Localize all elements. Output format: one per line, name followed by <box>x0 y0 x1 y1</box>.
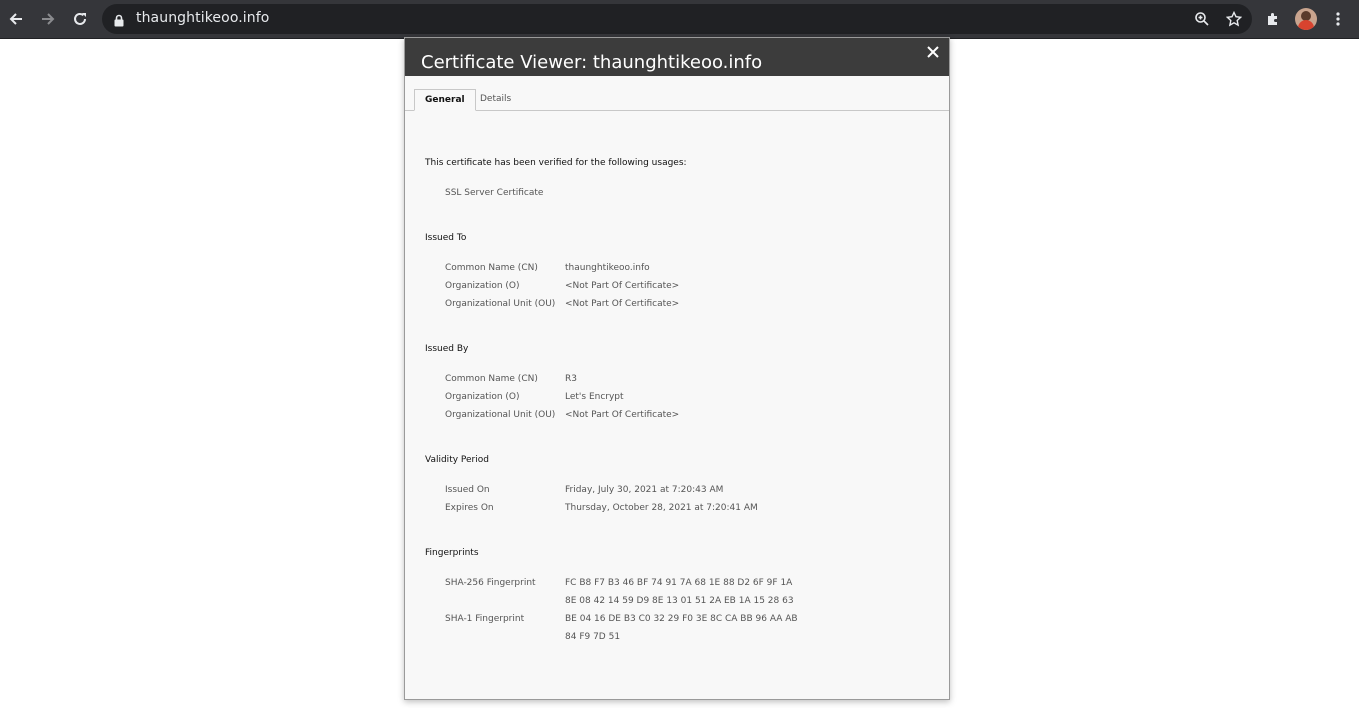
certificate-viewer-dialog: Certificate Viewer: thaunghtikeoo.info G… <box>404 37 950 700</box>
fingerprints-heading: Fingerprints <box>425 548 479 558</box>
address-bar[interactable]: thaunghtikeoo.info <box>102 4 1252 34</box>
extensions-icon[interactable] <box>1260 6 1286 32</box>
field-value: <Not Part Of Certificate> <box>565 281 680 291</box>
field-value: Thursday, October 28, 2021 at 7:20:41 AM <box>565 503 758 513</box>
field-value: <Not Part Of Certificate> <box>565 410 680 420</box>
field-label: SHA-1 Fingerprint <box>445 614 525 624</box>
usage-item: SSL Server Certificate <box>445 188 544 198</box>
sha1-fingerprint-line: 84 F9 7D 51 <box>565 632 621 642</box>
field-label: Organizational Unit (OU) <box>445 299 556 309</box>
field-label: Issued On <box>445 485 490 495</box>
dialog-header: Certificate Viewer: thaunghtikeoo.info <box>405 38 949 76</box>
kebab-menu-icon[interactable] <box>1325 6 1351 32</box>
field-label: Common Name (CN) <box>445 374 538 384</box>
forward-arrow-icon[interactable] <box>35 6 61 32</box>
close-icon[interactable] <box>923 42 943 62</box>
field-label: Organization (O) <box>445 281 520 291</box>
issued-by-heading: Issued By <box>425 344 469 354</box>
tab-bar: General Details <box>405 76 949 111</box>
sha256-fingerprint-line: FC B8 F7 B3 46 BF 74 91 7A 68 1E 88 D2 6… <box>565 578 793 588</box>
field-label: Expires On <box>445 503 494 513</box>
tab-general[interactable]: General <box>414 89 476 111</box>
issued-to-heading: Issued To <box>425 233 467 243</box>
field-label: Organizational Unit (OU) <box>445 410 556 420</box>
reload-icon[interactable] <box>67 6 93 32</box>
field-value: Let's Encrypt <box>565 392 624 402</box>
browser-toolbar: thaunghtikeoo.info <box>0 0 1359 39</box>
url-text[interactable]: thaunghtikeoo.info <box>136 10 269 26</box>
tab-details[interactable]: Details <box>470 89 521 110</box>
field-label: SHA-256 Fingerprint <box>445 578 536 588</box>
avatar[interactable] <box>1295 8 1317 30</box>
back-arrow-icon[interactable] <box>3 6 29 32</box>
star-icon[interactable] <box>1221 6 1247 32</box>
field-value: R3 <box>565 374 577 384</box>
sha1-fingerprint-line: BE 04 16 DE B3 C0 32 29 F0 3E 8C CA BB 9… <box>565 614 798 624</box>
dialog-title: Certificate Viewer: thaunghtikeoo.info <box>421 52 763 73</box>
field-value: Friday, July 30, 2021 at 7:20:43 AM <box>565 485 724 495</box>
field-value: thaunghtikeoo.info <box>565 263 650 273</box>
sha256-fingerprint-line: 8E 08 42 14 59 D9 8E 13 01 51 2A EB 1A 1… <box>565 596 794 606</box>
field-value: <Not Part Of Certificate> <box>565 299 680 309</box>
verified-heading: This certificate has been verified for t… <box>425 158 687 168</box>
field-label: Organization (O) <box>445 392 520 402</box>
lock-icon[interactable] <box>114 12 124 31</box>
zoom-icon[interactable] <box>1189 6 1215 32</box>
field-label: Common Name (CN) <box>445 263 538 273</box>
validity-heading: Validity Period <box>425 455 489 465</box>
